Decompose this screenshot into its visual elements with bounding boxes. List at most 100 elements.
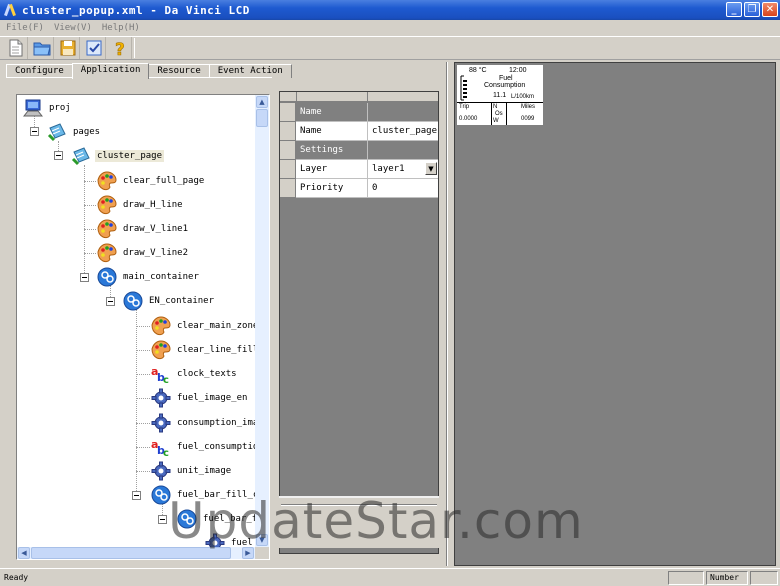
- property-key: Layer: [296, 160, 368, 179]
- dropdown-arrow-icon[interactable]: ▼: [425, 162, 437, 175]
- minimize-button[interactable]: _: [726, 2, 742, 17]
- tab-configure[interactable]: Configure: [6, 64, 73, 78]
- tree-node-clock-texts[interactable]: abc clock_texts: [151, 363, 239, 385]
- property-header-row: [280, 92, 438, 102]
- tree-node-fuel-bar[interactable]: fuel_bar_fi: [177, 508, 255, 530]
- tree-node-clear-full-page[interactable]: clear_full_page: [97, 170, 206, 192]
- tree-line: [84, 205, 96, 206]
- lcd-fuel-unit: L/100km: [511, 94, 535, 100]
- property-value-priority[interactable]: 0: [368, 179, 438, 198]
- scroll-corner: [255, 547, 269, 559]
- tree-vertical-scrollbar[interactable]: ▲ ▼: [255, 95, 269, 547]
- window-title: cluster_popup.xml - Da Vinci LCD: [22, 3, 250, 17]
- lcd-fuel-value: 11.1: [493, 92, 507, 99]
- new-icon: [9, 39, 22, 57]
- tree-line: [84, 165, 85, 279]
- scroll-thumb[interactable]: [256, 109, 268, 127]
- property-row-name[interactable]: Name cluster_page: [280, 122, 438, 141]
- panel-splitter[interactable]: [446, 62, 448, 566]
- scroll-down-button[interactable]: ▼: [256, 534, 268, 546]
- tree-horizontal-scrollbar[interactable]: ◀ ▶: [17, 547, 255, 559]
- tree-label: unit_image: [177, 466, 232, 476]
- collapse-toggle[interactable]: [80, 273, 89, 282]
- tree-label: clear_full_page: [123, 176, 205, 186]
- tree-node-clear-main-zone[interactable]: clear_main_zone_: [151, 315, 255, 337]
- menu-view[interactable]: View(V): [54, 23, 92, 33]
- layer-select[interactable]: layer1 ▼: [368, 160, 438, 179]
- tree-node-en-container[interactable]: EN_container: [123, 290, 216, 312]
- collapse-toggle[interactable]: [106, 297, 115, 306]
- tab-event-action[interactable]: Event Action: [208, 64, 292, 78]
- tree-label: main_container: [123, 272, 199, 282]
- collapse-toggle[interactable]: [132, 491, 141, 500]
- lcd-trip-label: Trip: [459, 104, 470, 110]
- tab-application[interactable]: Application: [71, 63, 150, 79]
- tree-node-clear-line-fill[interactable]: clear_line_fill: [151, 339, 255, 361]
- section-label: Name: [296, 103, 368, 122]
- page-icon: [71, 147, 90, 166]
- lcd-mode-text3: W: [493, 118, 499, 124]
- save-button[interactable]: [56, 37, 80, 59]
- tree-label: fuel: [231, 538, 253, 547]
- tree-node-draw-v-line2[interactable]: draw_V_line2: [97, 242, 190, 264]
- tree-node-draw-h-line[interactable]: draw_H_line: [97, 194, 185, 216]
- tree-line: [136, 423, 150, 424]
- fuel-gauge-icon: [460, 75, 467, 101]
- container-icon: [97, 267, 117, 287]
- tree-node-cluster-page[interactable]: cluster_page: [71, 145, 165, 167]
- svg-text:c: c: [163, 448, 169, 457]
- validate-button[interactable]: [82, 37, 106, 59]
- section-label: Settings: [296, 141, 368, 160]
- maximize-button[interactable]: ❐: [744, 2, 760, 17]
- new-file-button[interactable]: [4, 37, 28, 59]
- property-row-layer[interactable]: Layer layer1 ▼: [280, 160, 438, 179]
- property-row-priority[interactable]: Priority 0: [280, 179, 438, 198]
- tree-node-fuel-image-en[interactable]: fuel_image_en: [151, 387, 249, 409]
- property-key: Name: [296, 122, 368, 141]
- scroll-right-button[interactable]: ▶: [242, 547, 254, 559]
- tree-node-consumption-image[interactable]: consumption_image: [151, 412, 255, 434]
- collapse-toggle[interactable]: [158, 515, 167, 524]
- tree-label: draw_V_line2: [123, 248, 189, 258]
- tree-label: fuel_bar_fill_con: [177, 490, 255, 500]
- tree-label: fuel_bar_fi: [203, 514, 255, 524]
- property-section-settings: Settings: [280, 141, 438, 160]
- collapse-toggle[interactable]: [54, 151, 63, 160]
- help-button[interactable]: ?: [108, 37, 132, 59]
- scroll-thumb[interactable]: [31, 547, 231, 559]
- app-icon: [4, 3, 18, 17]
- tree-node-draw-v-line1[interactable]: draw_V_line1: [97, 218, 190, 240]
- tree-node-fuel-bar-fill-con[interactable]: fuel_bar_fill_con: [151, 484, 255, 506]
- tree-line: [84, 181, 96, 182]
- tree-label: clear_main_zone_: [177, 321, 255, 331]
- collapse-toggle[interactable]: [30, 127, 39, 136]
- tree-node-main-container[interactable]: main_container: [97, 266, 201, 288]
- tab-resource[interactable]: Resource: [148, 64, 210, 78]
- property-value-name[interactable]: cluster_page: [368, 122, 438, 141]
- status-cell-empty: [668, 570, 704, 585]
- property-grid: Name Name cluster_page Settings Layer la…: [279, 91, 439, 554]
- text-abc-icon: abc: [151, 438, 169, 457]
- scroll-left-button[interactable]: ◀: [18, 547, 30, 559]
- tree-node-proj[interactable]: proj: [23, 97, 73, 119]
- help-icon: ?: [114, 40, 124, 57]
- save-icon: [60, 40, 75, 56]
- close-button[interactable]: ✕: [762, 2, 778, 17]
- open-button[interactable]: [30, 37, 54, 59]
- gear-icon: [151, 388, 171, 408]
- lcd-time: 12:00: [509, 67, 527, 74]
- tree-node-fuel-consumption[interactable]: abc fuel_consumption_: [151, 436, 255, 458]
- gear-icon: [205, 533, 225, 547]
- gear-icon: [151, 413, 171, 433]
- tree-line: [84, 229, 96, 230]
- project-tree[interactable]: proj pages cluster_page clear_full_page …: [16, 94, 270, 560]
- tree-node-pages[interactable]: pages: [47, 121, 102, 143]
- menu-help[interactable]: Help(H): [102, 23, 140, 33]
- menu-file[interactable]: File(F): [6, 23, 44, 33]
- tree-label: proj: [49, 103, 71, 113]
- property-key: Priority: [296, 179, 368, 198]
- scroll-up-button[interactable]: ▲: [256, 96, 268, 108]
- tree-node-unit-image[interactable]: unit_image: [151, 460, 233, 482]
- tree-node-fuel[interactable]: fuel: [205, 532, 255, 547]
- tree-line: [136, 326, 150, 327]
